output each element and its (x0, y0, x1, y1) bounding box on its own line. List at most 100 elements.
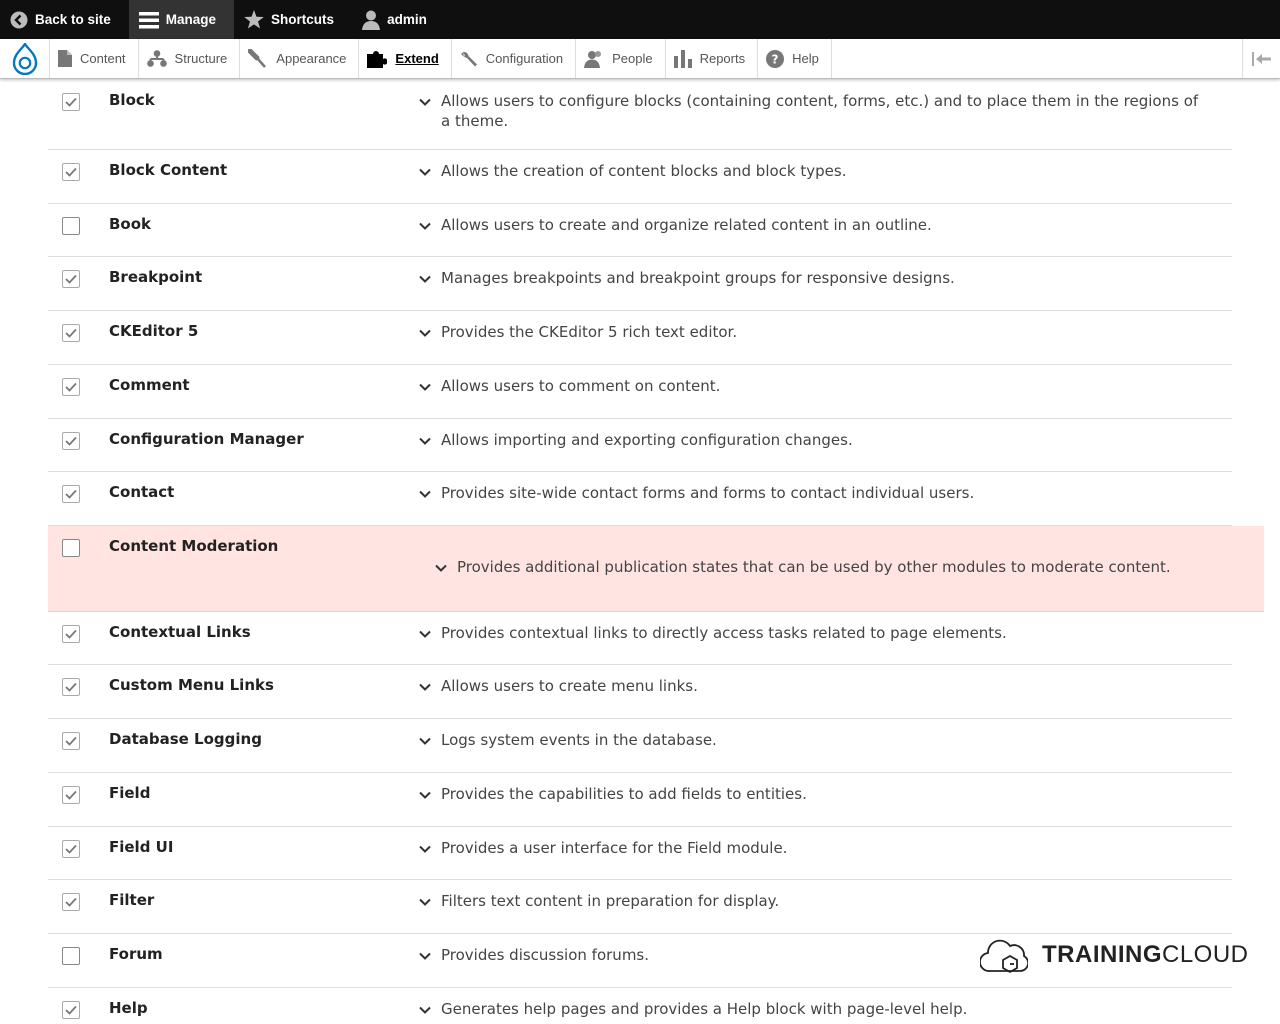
module-checkbox[interactable] (62, 324, 80, 342)
expand-details-toggle[interactable] (418, 379, 432, 393)
module-checkbox[interactable] (62, 93, 80, 111)
user-tab[interactable]: admin (352, 0, 445, 39)
expand-details-toggle[interactable] (418, 271, 432, 285)
tray-item-appearance[interactable]: Appearance (240, 39, 360, 78)
chevron-down-icon (419, 98, 431, 106)
module-checkbox[interactable] (62, 947, 80, 965)
expand-details-toggle[interactable] (418, 325, 432, 339)
module-description[interactable]: Allows users to configure blocks (contai… (441, 91, 1201, 131)
svg-text:?: ? (772, 52, 779, 66)
module-name[interactable]: Custom Menu Links (109, 676, 274, 694)
module-name[interactable]: Contact (109, 483, 174, 501)
module-checkbox[interactable] (62, 786, 80, 804)
collapse-left-icon (1251, 51, 1271, 66)
module-name[interactable]: Block Content (109, 161, 227, 179)
module-name[interactable]: Filter (109, 891, 154, 909)
admin-toolbar: Back to site Manage Shortcuts admin (0, 0, 1280, 39)
module-description[interactable]: Provides site-wide contact forms and for… (441, 483, 1201, 503)
module-name[interactable]: Breakpoint (109, 268, 202, 286)
module-description[interactable]: Allows users to create and organize rela… (441, 215, 1201, 235)
expand-details-toggle[interactable] (418, 894, 432, 908)
module-description[interactable]: Provides the CKEditor 5 rich text editor… (441, 322, 1201, 342)
chevron-left-circle-icon (10, 11, 28, 28)
tray-item-reports[interactable]: Reports (666, 39, 759, 78)
expand-details-toggle[interactable] (418, 164, 432, 178)
expand-details-toggle[interactable] (418, 733, 432, 747)
module-description[interactable]: Allows users to comment on content. (441, 376, 1201, 396)
tray-item-label: Help (792, 51, 819, 66)
module-name[interactable]: Configuration Manager (109, 430, 304, 448)
expand-details-toggle[interactable] (418, 94, 432, 108)
module-name[interactable]: Database Logging (109, 730, 262, 748)
module-description[interactable]: Generates help pages and provides a Help… (441, 999, 1201, 1019)
manage-tab[interactable]: Manage (128, 0, 235, 39)
module-name[interactable]: CKEditor 5 (109, 322, 198, 340)
shortcuts-tab[interactable]: Shortcuts (234, 0, 352, 39)
tray-item-extend[interactable]: Extend (359, 39, 452, 78)
expand-details-toggle[interactable] (418, 679, 432, 693)
module-name[interactable]: Block (109, 91, 155, 109)
module-description[interactable]: Allows users to create menu links. (441, 676, 1201, 696)
module-name[interactable]: Comment (109, 376, 190, 394)
expand-details-toggle[interactable] (418, 1002, 432, 1016)
module-name[interactable]: Help (109, 999, 148, 1017)
module-checkbox[interactable] (62, 732, 80, 750)
module-description[interactable]: Provides a user interface for the Field … (441, 838, 1201, 858)
module-checkbox[interactable] (62, 432, 80, 450)
tray-item-label: Structure (174, 51, 228, 66)
chevron-down-icon (419, 490, 431, 498)
checkmark-icon (65, 274, 77, 284)
module-description[interactable]: Allows importing and exporting configura… (441, 430, 1201, 450)
module-list: Block Allows users to configure blocks (c… (48, 80, 1264, 1024)
tray-item-content[interactable]: Content (50, 39, 139, 78)
module-checkbox[interactable] (62, 678, 80, 696)
module-description[interactable]: Allows the creation of content blocks an… (441, 161, 1201, 181)
module-name[interactable]: Field UI (109, 838, 173, 856)
module-description[interactable]: Logs system events in the database. (441, 730, 1201, 750)
expand-details-toggle[interactable] (418, 218, 432, 232)
expand-details-toggle[interactable] (418, 433, 432, 447)
chevron-down-icon (419, 791, 431, 799)
module-checkbox[interactable] (62, 625, 80, 643)
module-description[interactable]: Provides contextual links to directly ac… (441, 623, 1201, 643)
module-name[interactable]: Field (109, 784, 150, 802)
chevron-down-icon (419, 737, 431, 745)
module-row: Contact Provides site-wide contact forms … (48, 472, 1232, 526)
paintbrush-icon (248, 48, 267, 68)
tray-item-structure[interactable]: Structure (139, 39, 241, 78)
module-description[interactable]: Manages breakpoints and breakpoint group… (441, 268, 1201, 288)
module-checkbox[interactable] (62, 163, 80, 181)
module-checkbox[interactable] (62, 539, 80, 557)
expand-details-toggle[interactable] (418, 486, 432, 500)
module-description[interactable]: Provides the capabilities to add fields … (441, 784, 1201, 804)
expand-details-toggle[interactable] (418, 626, 432, 640)
module-checkbox[interactable] (62, 270, 80, 288)
manage-label: Manage (165, 12, 217, 27)
module-name[interactable]: Book (109, 215, 151, 233)
module-name[interactable]: Contextual Links (109, 623, 251, 641)
expand-details-toggle[interactable] (418, 841, 432, 855)
shortcuts-label: Shortcuts (271, 12, 335, 27)
module-checkbox[interactable] (62, 217, 80, 235)
expand-details-toggle[interactable] (434, 560, 448, 574)
module-checkbox[interactable] (62, 840, 80, 858)
tray-item-configuration[interactable]: Configuration (452, 39, 577, 78)
module-name[interactable]: Forum (109, 945, 163, 963)
module-description[interactable]: Provides additional publication states t… (457, 557, 1217, 577)
module-name[interactable]: Content Moderation (109, 537, 278, 555)
expand-details-toggle[interactable] (418, 787, 432, 801)
module-checkbox[interactable] (62, 893, 80, 911)
tray-item-people[interactable]: People (576, 39, 666, 78)
tray-item-help[interactable]: ? Help (758, 39, 832, 78)
chevron-down-icon (419, 845, 431, 853)
drupal-logo[interactable] (0, 39, 50, 78)
back-to-site-link[interactable]: Back to site (0, 0, 129, 39)
module-description[interactable]: Filters text content in preparation for … (441, 891, 1201, 911)
module-checkbox[interactable] (62, 485, 80, 503)
module-checkbox[interactable] (62, 378, 80, 396)
expand-details-toggle[interactable] (418, 948, 432, 962)
module-row: Content Moderation Provides additional pu… (48, 526, 1264, 612)
collapse-tray-button[interactable] (1242, 39, 1280, 78)
module-checkbox[interactable] (62, 1001, 80, 1019)
module-row: Custom Menu Links Allows users to create … (48, 665, 1232, 719)
